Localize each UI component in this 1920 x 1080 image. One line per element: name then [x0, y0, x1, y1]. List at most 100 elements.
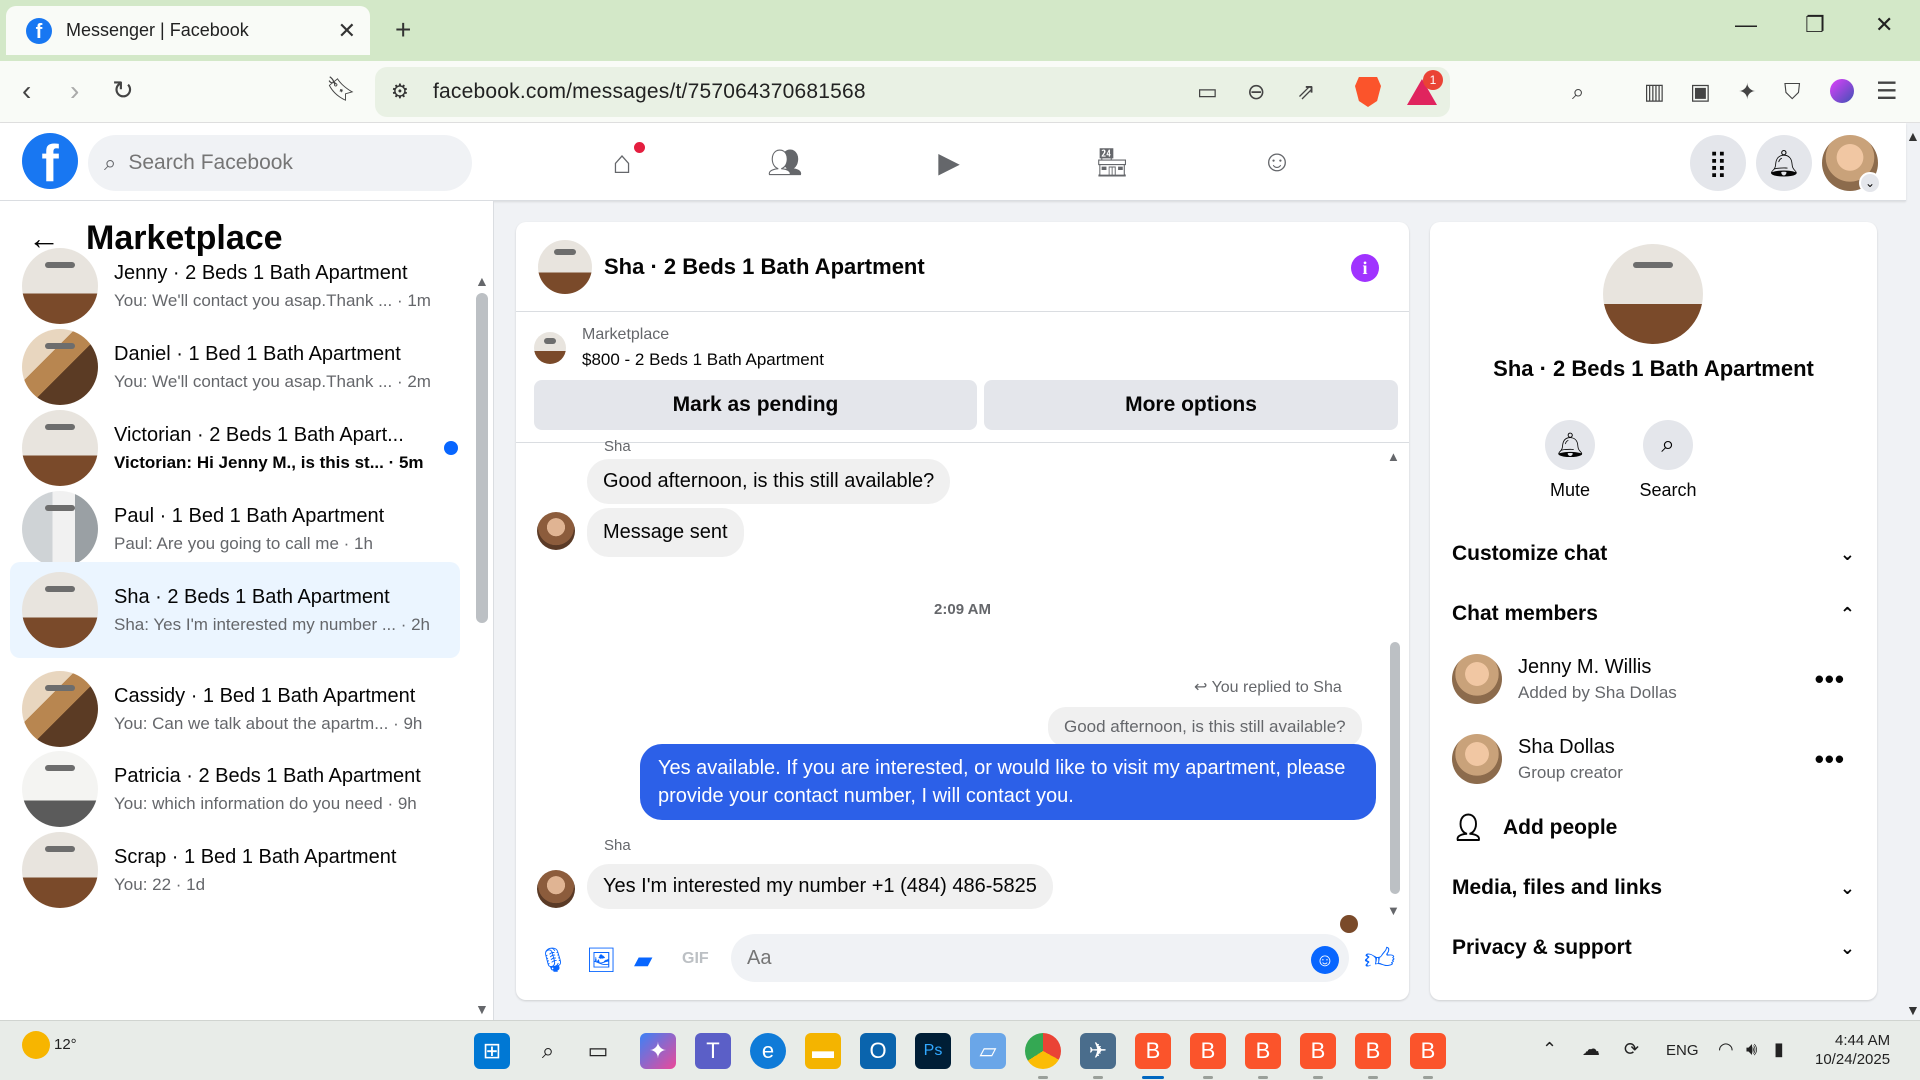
sender-avatar[interactable] — [537, 870, 575, 908]
brave-icon[interactable]: B — [1135, 1033, 1171, 1069]
app-icon[interactable]: ✈ — [1080, 1033, 1116, 1069]
wallet-icon[interactable]: ▣ — [1690, 79, 1711, 105]
media-files-row[interactable]: Media, files and links ⌄ — [1452, 876, 1855, 900]
mute-button[interactable]: 🔔︎ Mute — [1525, 420, 1615, 501]
list-scrollbar[interactable] — [476, 293, 488, 623]
language-indicator[interactable]: ENG — [1666, 1042, 1699, 1059]
menu-grid-icon[interactable]: ⣿ — [1690, 135, 1746, 191]
chevron-down-icon[interactable]: ⌄ — [1859, 172, 1881, 194]
vpn-icon[interactable]: ⛉ — [1784, 79, 1801, 105]
chat-thumbnail[interactable] — [538, 239, 592, 294]
groups-icon[interactable]: ☺ — [1255, 140, 1299, 184]
menu-icon[interactable]: ☰ — [1876, 77, 1898, 106]
message-bubble[interactable]: Message sent — [587, 508, 744, 557]
search-box[interactable]: ⌕ — [88, 135, 472, 191]
my-message-bubble[interactable]: Yes available. If you are interested, or… — [640, 744, 1376, 820]
info-icon[interactable]: i — [1351, 254, 1379, 282]
reload-icon[interactable]: ↻ — [112, 75, 134, 106]
edge-icon[interactable]: e — [750, 1033, 786, 1069]
message-bubble[interactable]: Yes I'm interested my number +1 (484) 48… — [587, 864, 1053, 909]
privacy-support-row[interactable]: Privacy & support ⌄ — [1452, 936, 1855, 960]
new-tab-icon[interactable]: + — [395, 14, 411, 46]
message-input[interactable] — [731, 934, 1349, 982]
volume-icon[interactable]: 🔊︎ — [1746, 1039, 1757, 1060]
copilot-icon[interactable]: ✦ — [640, 1033, 676, 1069]
more-icon[interactable]: ••• — [1815, 744, 1845, 775]
leo-ai-icon[interactable]: ✦ — [1738, 79, 1756, 105]
task-view-icon[interactable]: ▭ — [580, 1033, 616, 1069]
chat-members-row[interactable]: Chat members ⌃ — [1452, 602, 1855, 626]
photo-icon[interactable]: 🖼︎ — [586, 946, 616, 975]
taskbar-search-icon[interactable]: ⌕ — [530, 1033, 566, 1069]
video-icon[interactable]: ▶ — [927, 140, 971, 184]
more-options-button[interactable]: More options — [984, 380, 1398, 430]
page-scroll-up-icon[interactable]: ▲ — [1906, 128, 1920, 144]
member-row[interactable]: Jenny M. Willis Added by Sha Dollas ••• — [1452, 654, 1855, 704]
browser-tab[interactable]: f Messenger | Facebook ✕ — [6, 6, 370, 55]
thread-item[interactable]: Sha · 2 Beds 1 Bath Apartment Sha: Yes I'… — [10, 562, 460, 658]
restore-icon[interactable]: ❐ — [1805, 12, 1825, 38]
clock[interactable]: 4:44 AM 10/24/2025 — [1815, 1031, 1890, 1069]
sender-avatar[interactable] — [537, 512, 575, 550]
sidebar-icon[interactable]: ▥ — [1644, 79, 1665, 105]
brave-icon[interactable]: B — [1410, 1033, 1446, 1069]
customize-chat-row[interactable]: Customize chat ⌄ — [1452, 542, 1855, 566]
minimize-icon[interactable]: — — [1735, 12, 1757, 38]
list-scroll-down-icon[interactable]: ▼ — [475, 1001, 489, 1017]
notifications-icon[interactable]: 🔔︎ — [1756, 135, 1812, 191]
add-people-button[interactable]: 👤︎ Add people — [1452, 812, 1617, 843]
share-icon[interactable]: ⇗ — [1297, 79, 1315, 105]
close-tab-icon[interactable]: ✕ — [338, 18, 356, 44]
wifi-icon[interactable]: ◠ — [1718, 1039, 1734, 1060]
brave-icon[interactable]: B — [1190, 1033, 1226, 1069]
page-scroll-down-icon[interactable]: ▼ — [1906, 1002, 1920, 1018]
brave-icon[interactable]: B — [1355, 1033, 1391, 1069]
bookmark-icon[interactable]: 🔖︎ — [326, 75, 356, 104]
chat-scroll-down-icon[interactable]: ▼ — [1387, 903, 1400, 918]
brave-icon[interactable]: B — [1245, 1033, 1281, 1069]
search-chat-button[interactable]: ⌕ Search — [1623, 420, 1713, 501]
marketplace-icon[interactable]: 🏪︎ — [1090, 140, 1134, 184]
emoji-icon[interactable]: ☺ — [1311, 946, 1339, 974]
tab-search-icon[interactable]: ⌕ — [1572, 79, 1584, 105]
search-input[interactable] — [128, 151, 429, 175]
close-window-icon[interactable]: ✕ — [1875, 12, 1893, 38]
zoom-icon[interactable]: ⊖ — [1247, 79, 1265, 105]
outlook-icon[interactable]: O — [860, 1033, 896, 1069]
onedrive-icon[interactable]: ☁ — [1582, 1039, 1600, 1060]
address-bar[interactable]: ⚙︎ facebook.com/messages/t/7570643706815… — [375, 67, 1450, 117]
message-bubble[interactable]: Good afternoon, is this still available? — [587, 459, 951, 504]
facebook-logo[interactable]: f — [22, 133, 78, 189]
thread-item[interactable]: Scrap · 1 Bed 1 Bath Apartment You: 22 · … — [10, 822, 460, 918]
profile-icon[interactable] — [1830, 79, 1854, 103]
chat-title[interactable]: Sha · 2 Beds 1 Bath Apartment — [604, 254, 925, 280]
gif-icon[interactable]: GIF — [682, 950, 709, 968]
start-icon[interactable]: ⊞ — [474, 1033, 510, 1069]
brave-shields-icon[interactable] — [1355, 77, 1381, 107]
friends-icon[interactable]: 👥︎ — [763, 140, 807, 184]
cast-icon[interactable]: ▭ — [1197, 79, 1218, 105]
battery-icon[interactable]: ▮ — [1774, 1039, 1784, 1060]
teams-icon[interactable]: T — [695, 1033, 731, 1069]
sync-icon[interactable]: ⟳ — [1624, 1039, 1639, 1060]
weather-widget[interactable]: 12° — [22, 1031, 77, 1059]
microphone-icon[interactable]: 🎙︎ — [538, 946, 568, 975]
mark-pending-button[interactable]: Mark as pending — [534, 380, 977, 430]
file-explorer-icon[interactable]: ▬ — [805, 1033, 841, 1069]
back-icon[interactable]: ‹ — [22, 75, 31, 107]
site-info-icon[interactable]: ⚙︎ — [391, 79, 409, 104]
app-icon[interactable]: ▱ — [970, 1033, 1006, 1069]
more-icon[interactable]: ••• — [1815, 664, 1845, 695]
listing-row[interactable]: Marketplace $800 - 2 Beds 1 Bath Apartme… — [534, 326, 824, 370]
member-row[interactable]: Sha Dollas Group creator ••• — [1452, 734, 1855, 784]
thumbs-up-icon[interactable]: 👍︎ — [1364, 942, 1395, 978]
list-scroll-up-icon[interactable]: ▲ — [475, 273, 489, 289]
quoted-message[interactable]: Good afternoon, is this still available? — [1048, 707, 1362, 747]
chat-scrollbar[interactable] — [1390, 642, 1400, 894]
photoshop-icon[interactable]: Ps — [915, 1033, 951, 1069]
tray-expand-icon[interactable]: ⌃ — [1542, 1039, 1557, 1060]
chrome-icon[interactable] — [1025, 1033, 1061, 1069]
forward-icon[interactable]: › — [70, 75, 79, 107]
brave-icon[interactable]: B — [1300, 1033, 1336, 1069]
sticker-icon[interactable]: ▰ — [634, 946, 652, 975]
